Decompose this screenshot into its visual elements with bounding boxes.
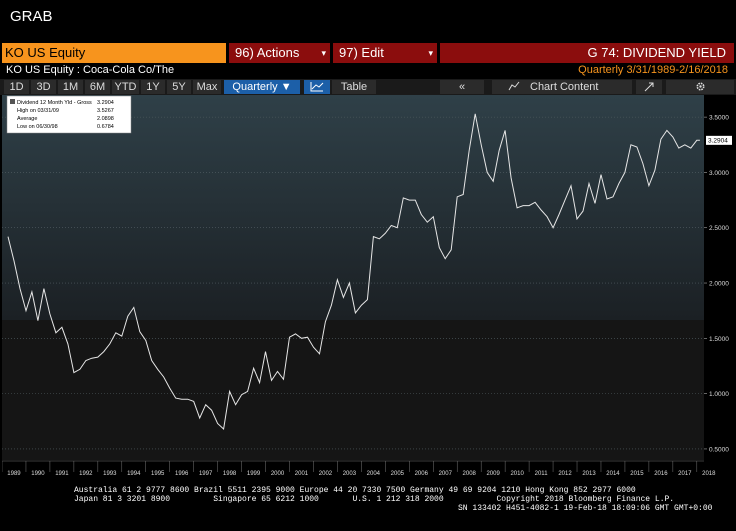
x-tick-label: 1989 xyxy=(7,471,21,477)
settings-gear-icon[interactable] xyxy=(666,80,734,94)
legend-box: Dividend 12 Month Yld - Gross 3.2904 Hig… xyxy=(6,95,132,134)
y-tick-label: 0.5000 xyxy=(709,446,729,453)
x-tick-label: 2009 xyxy=(486,471,500,477)
legend-avg: 2.0898 xyxy=(97,116,114,122)
legend-avg-label: Average xyxy=(17,116,37,122)
x-tick-label: 2003 xyxy=(343,471,357,477)
range-5y-button[interactable]: 5Y xyxy=(167,80,191,94)
chevron-down-icon: ▾ xyxy=(428,48,433,58)
range-1m-button[interactable]: 1M xyxy=(58,80,83,94)
chart-content-button[interactable]: Chart Content xyxy=(492,80,632,94)
edit-menu-button[interactable]: 97) Edit ▾ xyxy=(333,43,437,63)
x-tick-label: 2015 xyxy=(630,471,644,477)
chart-content-label: Chart Content xyxy=(530,81,599,93)
range-max-button[interactable]: Max xyxy=(193,80,221,94)
range-6m-button[interactable]: 6M xyxy=(85,80,110,94)
x-tick-label: 2018 xyxy=(702,471,716,477)
x-tick-label: 2001 xyxy=(295,471,309,477)
command-bar: KO US Equity 96) Actions ▾ 97) Edit ▾ G … xyxy=(0,43,736,63)
actions-menu-button[interactable]: 96) Actions ▾ xyxy=(229,43,330,63)
frequency-dropdown[interactable]: Quarterly ▼ xyxy=(224,80,300,94)
fullscreen-icon[interactable] xyxy=(636,80,662,94)
security-name: KO US Equity : Coca-Cola Co/The xyxy=(6,64,175,76)
legend-high: 3.5267 xyxy=(97,108,114,114)
footer-session: SN 133402 H451-4082-1 19-Feb-18 18:09:06… xyxy=(458,504,713,513)
x-tick-label: 2004 xyxy=(367,471,381,477)
window-titlebar: GRAB xyxy=(0,0,736,40)
legend-series: Dividend 12 Month Yld - Gross xyxy=(17,100,92,106)
edit-label: Edit xyxy=(357,45,384,60)
x-tick-label: 1993 xyxy=(103,471,117,477)
dividend-yield-chart[interactable]: 0.5000 1.0000 1.5000 2.0000 2.5000 3.0000 3.50… xyxy=(1,95,734,480)
x-tick-label: 2002 xyxy=(319,471,333,477)
x-tick-label: 2007 xyxy=(439,471,453,477)
chart-content-icon xyxy=(508,80,520,96)
x-tick-label: 2013 xyxy=(582,471,596,477)
range-1d-button[interactable]: 1D xyxy=(4,80,29,94)
x-tick-label: 2008 xyxy=(463,471,477,477)
actions-label: Actions xyxy=(253,45,300,60)
line-chart-icon[interactable] xyxy=(304,80,330,94)
window-title: GRAB xyxy=(10,8,53,25)
x-tick-label: 1994 xyxy=(127,471,141,477)
y-tick-label: 3.5000 xyxy=(709,115,729,122)
y-tick-label: 1.0000 xyxy=(709,391,729,398)
x-tick-label: 2016 xyxy=(654,471,668,477)
legend-low: 0.6784 xyxy=(97,124,114,130)
x-tick-label: 2014 xyxy=(606,471,620,477)
x-tick-label: 1997 xyxy=(199,471,213,477)
y-tick-label: 2.0000 xyxy=(709,281,729,288)
x-tick-label: 1992 xyxy=(79,471,93,477)
chart-toolbar: 1D 3D 1M 6M YTD 1Y 5Y Max Quarterly ▼ Ta… xyxy=(0,79,736,95)
x-tick-label: 2010 xyxy=(510,471,524,477)
ticker-input[interactable]: KO US Equity xyxy=(2,43,226,63)
x-tick-label: 2017 xyxy=(678,471,692,477)
x-tick-label: 1990 xyxy=(31,471,45,477)
x-tick-label: 2000 xyxy=(271,471,285,477)
table-button[interactable]: Table xyxy=(332,80,376,94)
plot-background-lower xyxy=(2,320,704,460)
chevron-down-icon: ▾ xyxy=(321,48,326,58)
date-range[interactable]: Quarterly 3/31/1989-2/16/2018 xyxy=(578,64,728,76)
collapse-back-button[interactable]: « xyxy=(440,80,484,94)
edit-number: 97) xyxy=(339,45,358,60)
y-tick-label: 2.5000 xyxy=(709,225,729,232)
function-title: G 74: DIVIDEND YIELD xyxy=(440,43,734,63)
legend-high-label: High on 03/31/09 xyxy=(17,108,59,114)
actions-number: 96) xyxy=(235,45,254,60)
legend-swatch xyxy=(10,99,15,104)
security-bar: KO US Equity : Coca-Cola Co/The Quarterl… xyxy=(0,63,736,78)
x-axis-panel xyxy=(2,460,734,480)
x-tick-label: 1999 xyxy=(247,471,261,477)
x-tick-label: 2012 xyxy=(558,471,572,477)
x-tick-label: 1995 xyxy=(151,471,165,477)
legend-last: 3.2904 xyxy=(97,100,114,106)
x-tick-label: 1998 xyxy=(223,471,237,477)
y-axis-panel xyxy=(704,95,734,460)
y-tick-label: 3.0000 xyxy=(709,170,729,177)
legend-low-label: Low on 06/30/98 xyxy=(17,124,58,130)
x-tick-label: 1996 xyxy=(175,471,189,477)
x-tick-label: 1991 xyxy=(55,471,69,477)
range-ytd-button[interactable]: YTD xyxy=(112,80,139,94)
range-3d-button[interactable]: 3D xyxy=(31,80,56,94)
x-tick-label: 2011 xyxy=(535,471,549,477)
x-tick-label: 2005 xyxy=(391,471,405,477)
x-tick-label: 2006 xyxy=(415,471,429,477)
last-value-label: 3.2904 xyxy=(708,138,728,145)
range-1y-button[interactable]: 1Y xyxy=(141,80,165,94)
chart-svg: 0.5000 1.0000 1.5000 2.0000 2.5000 3.0000 3.50… xyxy=(1,95,734,480)
y-tick-label: 1.5000 xyxy=(709,336,729,343)
